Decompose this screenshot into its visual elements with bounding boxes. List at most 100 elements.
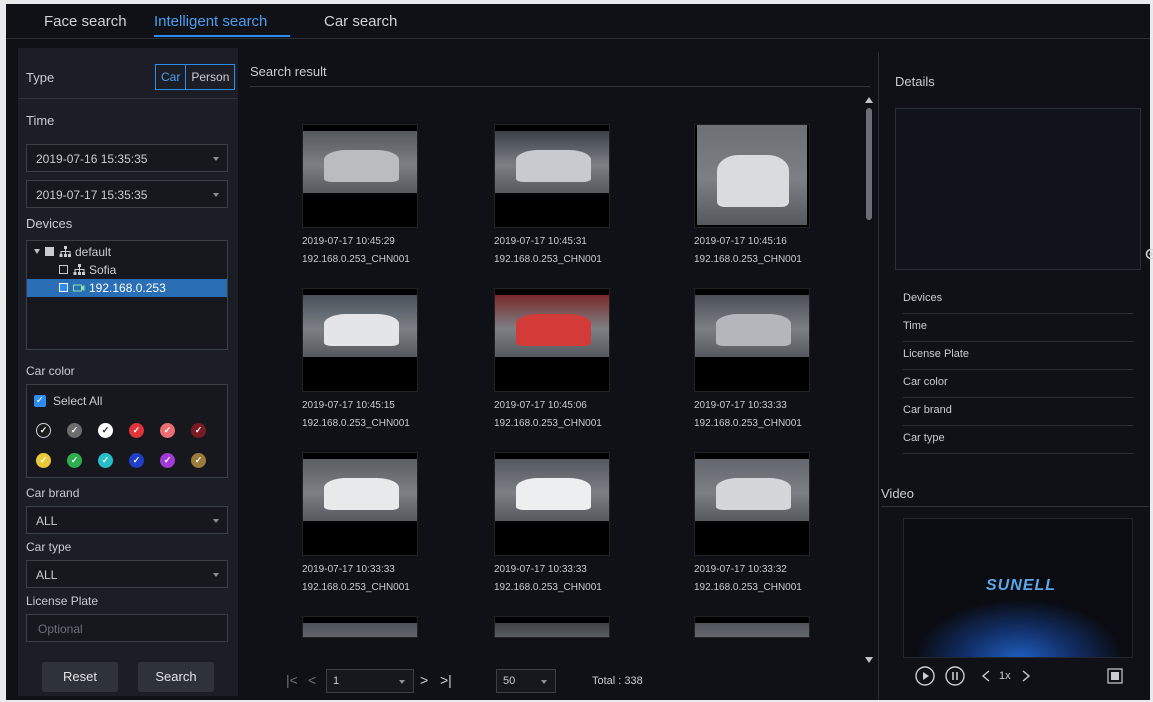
tab-car-search[interactable]: Car search (324, 13, 397, 30)
car-color-swatch[interactable]: ✓ (129, 453, 144, 468)
scroll-down-icon[interactable] (865, 656, 873, 664)
car-brand-select[interactable]: ALL (26, 506, 228, 534)
zoom-in-icon[interactable] (1145, 248, 1153, 262)
page-size-select[interactable]: 50 (496, 669, 556, 693)
start-time-picker[interactable]: 2019-07-16 15:35:35 (26, 144, 228, 172)
result-thumbnail[interactable] (494, 124, 610, 228)
car-color-swatch[interactable]: ✓ (98, 423, 113, 438)
car-color-swatch[interactable]: ✓ (160, 453, 175, 468)
tree-node-default[interactable]: default (27, 243, 227, 261)
result-thumbnail[interactable] (494, 452, 610, 556)
result-thumbnail[interactable] (302, 288, 418, 392)
page-select[interactable]: 1 (326, 669, 414, 693)
result-time: 2019-07-17 10:33:33 (302, 564, 395, 575)
last-page-icon[interactable]: >| (440, 672, 452, 688)
filter-panel: Type Car Person Time 2019-07-16 15:35:35… (18, 48, 238, 696)
result-time: 2019-07-17 10:33:32 (694, 564, 787, 575)
car-color-box: ✓ Select All ✓ ✓ ✓ ✓ ✓ ✓ ✓ ✓ ✓ ✓ ✓ ✓ (26, 384, 228, 478)
next-page-icon[interactable]: > (420, 672, 428, 688)
slower-icon[interactable] (981, 670, 991, 682)
result-thumbnail[interactable] (694, 288, 810, 392)
fullscreen-icon[interactable] (1107, 668, 1123, 684)
chevron-down-icon (213, 573, 219, 577)
car-color-swatch[interactable]: ✓ (36, 453, 51, 468)
result-thumbnail[interactable] (494, 288, 610, 392)
license-plate-input[interactable] (36, 621, 220, 637)
result-time: 2019-07-17 10:45:16 (694, 236, 787, 247)
network-group-icon (73, 264, 85, 275)
car-color-swatch[interactable]: ✓ (36, 423, 51, 438)
first-page-icon[interactable]: |< (286, 672, 298, 688)
car-shape (515, 313, 591, 346)
car-brand-label: Car brand (26, 486, 80, 500)
tree-checkbox-checked[interactable] (59, 283, 68, 292)
result-thumbnail[interactable] (302, 452, 418, 556)
play-icon[interactable] (915, 666, 935, 686)
type-person-option[interactable]: Person (186, 65, 234, 89)
car-color-swatch[interactable]: ✓ (129, 423, 144, 438)
tab-face-search[interactable]: Face search (44, 13, 127, 30)
car-color-swatch[interactable]: ✓ (191, 453, 206, 468)
results-scrollbar[interactable] (864, 96, 874, 666)
faster-icon[interactable] (1021, 670, 1031, 682)
end-time-value: 2019-07-17 15:35:35 (36, 188, 148, 202)
prev-page-icon[interactable]: < (308, 672, 316, 688)
result-thumbnail[interactable] (694, 452, 810, 556)
car-color-swatch[interactable]: ✓ (191, 423, 206, 438)
result-thumbnail[interactable] (694, 616, 810, 638)
result-thumbnail[interactable] (494, 616, 610, 638)
tree-node-device[interactable]: 192.168.0.253 (27, 279, 227, 297)
car-color-swatch[interactable]: ✓ (67, 423, 82, 438)
result-time: 2019-07-17 10:33:33 (494, 564, 587, 575)
result-thumbnail[interactable] (302, 124, 418, 228)
result-time: 2019-07-17 10:45:06 (494, 400, 587, 411)
details-preview (895, 108, 1141, 270)
divider (18, 98, 238, 99)
car-type-value: ALL (36, 568, 58, 582)
result-device: 192.168.0.253_CHN001 (694, 418, 802, 429)
car-image (303, 131, 417, 193)
select-all-checkbox[interactable]: ✓ (34, 395, 46, 407)
tree-node-label: default (75, 245, 112, 259)
license-plate-field[interactable] (26, 614, 228, 642)
detail-car-color: Car color (903, 370, 1133, 398)
camera-icon (73, 284, 85, 292)
result-device: 192.168.0.253_CHN001 (494, 254, 602, 265)
video-title: Video (881, 486, 915, 501)
speed-label: 1x (999, 670, 1011, 682)
tree-checkbox[interactable] (59, 265, 68, 274)
car-shape (323, 313, 399, 346)
result-device: 192.168.0.253_CHN001 (494, 418, 602, 429)
car-shape (515, 477, 591, 510)
car-color-swatch[interactable]: ✓ (98, 453, 113, 468)
car-type-select[interactable]: ALL (26, 560, 228, 588)
type-car-option[interactable]: Car (155, 64, 187, 90)
car-color-swatch[interactable]: ✓ (67, 453, 82, 468)
chevron-down-icon (541, 680, 547, 684)
tree-node-label: Sofia (89, 263, 117, 277)
car-brand-value: ALL (36, 514, 58, 528)
chevron-down-icon (399, 680, 405, 684)
car-color-swatch[interactable]: ✓ (160, 423, 175, 438)
tree-node-sofia[interactable]: Sofia (27, 261, 227, 279)
reset-button[interactable]: Reset (42, 662, 118, 692)
result-time: 2019-07-17 10:33:33 (694, 400, 787, 411)
pause-icon[interactable] (945, 666, 965, 686)
active-tab-indicator (154, 35, 290, 37)
result-thumbnail[interactable] (694, 124, 810, 228)
scroll-up-icon[interactable] (865, 96, 873, 104)
end-time-picker[interactable]: 2019-07-17 15:35:35 (26, 180, 228, 208)
tab-intelligent-search[interactable]: Intelligent search (154, 13, 267, 30)
scrollbar-thumb[interactable] (866, 108, 872, 220)
search-button[interactable]: Search (138, 662, 214, 692)
detail-devices: Devices (903, 286, 1133, 314)
result-thumbnail[interactable] (302, 616, 418, 638)
devices-label: Devices (26, 216, 73, 231)
tree-checkbox[interactable] (45, 247, 54, 256)
details-panel: Details Devices Time License Plate Car c… (878, 52, 1153, 700)
detail-time: Time (903, 314, 1133, 342)
tree-node-label: 192.168.0.253 (89, 281, 166, 295)
expand-arrow-icon[interactable] (34, 249, 40, 254)
car-image (495, 623, 609, 637)
network-group-icon (59, 246, 71, 257)
